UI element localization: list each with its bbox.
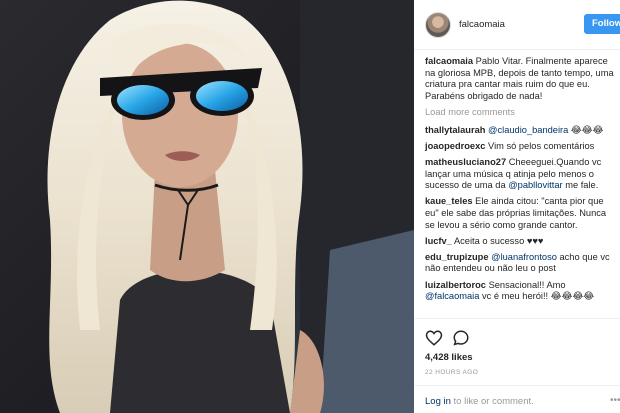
login-link[interactable]: Log in xyxy=(425,396,451,407)
comment-username[interactable]: kaue_teles xyxy=(425,196,473,206)
comment-mention[interactable]: @luanafrontoso xyxy=(491,252,557,262)
photo-illustration xyxy=(0,0,414,413)
comment-item: kaue_teles Ele ainda citou: "canta pior … xyxy=(425,196,618,231)
comment-username[interactable]: matheusluciano27 xyxy=(425,157,506,167)
load-more-comments[interactable]: Load more comments xyxy=(425,107,618,119)
comment-text-after: vc é meu herói!! 😂😂😂😂 xyxy=(479,291,595,302)
login-prompt-text: to like or comment. xyxy=(450,396,534,407)
post-actions: 4,428 likes 22 HOURS AGO Log in to like … xyxy=(414,318,620,413)
comment-item: luizalbertoroc Sensacional!! Amo @falcao… xyxy=(425,280,618,303)
login-to-comment: Log in to like or comment. xyxy=(414,385,620,407)
comments-list: falcaomaia Pablo Vitar. Finalmente apare… xyxy=(425,56,618,307)
comment-username[interactable]: thallytalaurah xyxy=(425,125,485,135)
follow-button[interactable]: Follow xyxy=(584,14,620,34)
comment-mention[interactable]: @claudio_bandeira xyxy=(488,125,568,135)
comment-username[interactable]: lucfv_ xyxy=(425,236,452,246)
comment-text-after: 😂😂😂 xyxy=(568,124,604,135)
comment-item: lucfv_ Aceita o sucesso ♥♥♥ xyxy=(425,236,618,248)
comment-mention[interactable]: @pabllovittar xyxy=(508,180,562,190)
post-timestamp[interactable]: 22 HOURS AGO xyxy=(425,369,478,376)
comment-username[interactable]: luizalbertoroc xyxy=(425,280,486,290)
caption-username[interactable]: falcaomaia xyxy=(425,56,473,66)
comment-text: Aceita o sucesso ♥♥♥ xyxy=(453,235,544,246)
comment-text-after: me fale. xyxy=(562,180,599,191)
comment-username[interactable]: edu_trupizupe xyxy=(425,252,489,262)
header-username[interactable]: falcaomaia xyxy=(459,19,505,30)
comment-item: edu_trupizupe @luanafrontoso acho que vc… xyxy=(425,252,618,275)
comment-text: Sensacional!! Amo xyxy=(488,279,566,290)
post-photo[interactable] xyxy=(0,0,414,413)
comment-username[interactable]: joaopedroexc xyxy=(425,141,485,151)
comment-item: joaopedroexc Vim só pelos comentários xyxy=(425,141,618,153)
post-header: falcaomaia Follow xyxy=(414,0,620,50)
comment-text: Vim só pelos comentários xyxy=(488,140,595,151)
instagram-post: falcaomaia Follow falcaomaia Pablo Vitar… xyxy=(0,0,620,413)
comment-item: thallytalaurah @claudio_bandeira 😂😂😂 xyxy=(425,125,618,137)
likes-count[interactable]: 4,428 likes xyxy=(425,352,473,363)
avatar[interactable] xyxy=(425,12,451,38)
comment-mention[interactable]: @falcaomaia xyxy=(425,291,479,301)
comment-item: matheusluciano27 Cheeeguei.Quando vc lan… xyxy=(425,157,618,192)
heart-icon[interactable] xyxy=(425,329,443,347)
post-sidebar: falcaomaia Follow falcaomaia Pablo Vitar… xyxy=(414,0,620,413)
comment-icon[interactable] xyxy=(452,329,470,347)
caption: falcaomaia Pablo Vitar. Finalmente apare… xyxy=(425,56,618,102)
more-options-icon[interactable]: ••• xyxy=(610,395,620,406)
